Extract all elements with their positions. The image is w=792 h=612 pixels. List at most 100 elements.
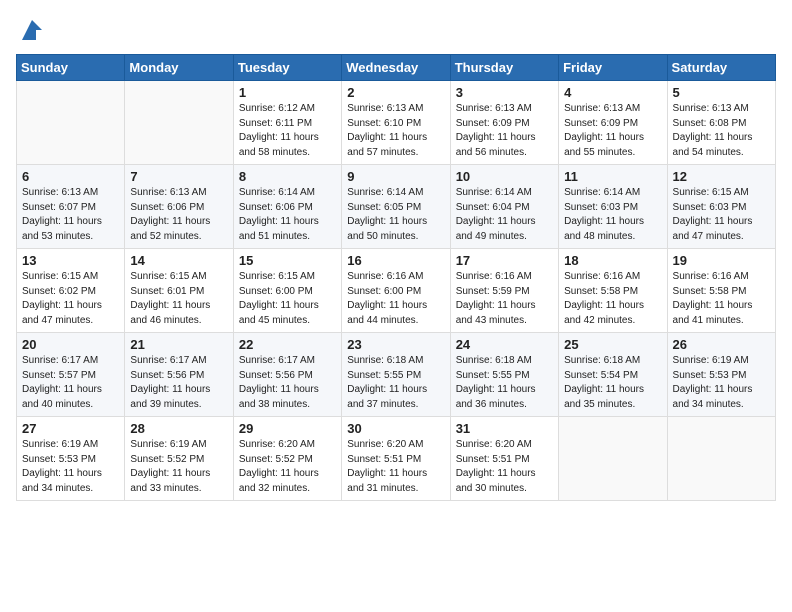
calendar-cell: 20 Sunrise: 6:17 AM Sunset: 5:57 PM Dayli… [17,333,125,417]
day-number: 3 [456,85,553,100]
day-info: Sunrise: 6:12 AM Sunset: 6:11 PM Dayligh… [239,102,336,160]
calendar-cell: 31 Sunrise: 6:20 AM Sunset: 5:51 PM Dayli… [450,417,558,501]
calendar-cell: 27 Sunrise: 6:19 AM Sunset: 5:53 PM Dayli… [17,417,125,501]
day-info: Sunrise: 6:19 AM Sunset: 5:52 PM Dayligh… [130,438,227,496]
calendar-cell: 29 Sunrise: 6:20 AM Sunset: 5:52 PM Dayli… [233,417,341,501]
day-number: 5 [673,85,770,100]
day-number: 2 [347,85,444,100]
calendar-week-row: 20 Sunrise: 6:17 AM Sunset: 5:57 PM Dayli… [17,333,776,417]
day-number: 25 [564,337,661,352]
day-header-tuesday: Tuesday [233,55,341,81]
calendar-cell: 4Sunrise: 6:13 AM Sunset: 6:09 PM Daylig… [559,81,667,165]
day-info: Sunrise: 6:19 AM Sunset: 5:53 PM Dayligh… [673,354,770,412]
calendar-cell: 26 Sunrise: 6:19 AM Sunset: 5:53 PM Dayli… [667,333,775,417]
day-number: 22 [239,337,336,352]
day-info: Sunrise: 6:14 AM Sunset: 6:06 PM Dayligh… [239,186,336,244]
calendar-cell: 17 Sunrise: 6:16 AM Sunset: 5:59 PM Dayli… [450,249,558,333]
day-number: 26 [673,337,770,352]
calendar-cell: 28 Sunrise: 6:19 AM Sunset: 5:52 PM Dayli… [125,417,233,501]
day-number: 19 [673,253,770,268]
calendar-cell: 30Sunrise: 6:20 AM Sunset: 5:51 PM Dayli… [342,417,450,501]
calendar-cell [667,417,775,501]
day-number: 27 [22,421,119,436]
calendar-cell: 14 Sunrise: 6:15 AM Sunset: 6:01 PM Dayli… [125,249,233,333]
day-info: Sunrise: 6:15 AM Sunset: 6:01 PM Dayligh… [130,270,227,328]
day-number: 12 [673,169,770,184]
calendar-cell: 11Sunrise: 6:14 AM Sunset: 6:03 PM Dayli… [559,165,667,249]
day-info: Sunrise: 6:14 AM Sunset: 6:04 PM Dayligh… [456,186,553,244]
day-number: 24 [456,337,553,352]
logo [16,16,46,44]
day-info: Sunrise: 6:17 AM Sunset: 5:56 PM Dayligh… [130,354,227,412]
day-info: Sunrise: 6:16 AM Sunset: 6:00 PM Dayligh… [347,270,444,328]
day-number: 11 [564,169,661,184]
day-info: Sunrise: 6:17 AM Sunset: 5:57 PM Dayligh… [22,354,119,412]
day-info: Sunrise: 6:15 AM Sunset: 6:03 PM Dayligh… [673,186,770,244]
day-header-wednesday: Wednesday [342,55,450,81]
calendar-cell [125,81,233,165]
day-number: 6 [22,169,119,184]
calendar-week-row: 13 Sunrise: 6:15 AM Sunset: 6:02 PM Dayli… [17,249,776,333]
day-info: Sunrise: 6:15 AM Sunset: 6:00 PM Dayligh… [239,270,336,328]
calendar-cell: 12 Sunrise: 6:15 AM Sunset: 6:03 PM Dayli… [667,165,775,249]
day-number: 31 [456,421,553,436]
day-header-friday: Friday [559,55,667,81]
day-info: Sunrise: 6:13 AM Sunset: 6:09 PM Dayligh… [456,102,553,160]
calendar-cell: 5 Sunrise: 6:13 AM Sunset: 6:08 PM Daylig… [667,81,775,165]
day-info: Sunrise: 6:14 AM Sunset: 6:05 PM Dayligh… [347,186,444,244]
calendar-week-row: 6 Sunrise: 6:13 AM Sunset: 6:07 PM Daylig… [17,165,776,249]
calendar-cell: 3 Sunrise: 6:13 AM Sunset: 6:09 PM Daylig… [450,81,558,165]
day-info: Sunrise: 6:18 AM Sunset: 5:55 PM Dayligh… [347,354,444,412]
day-header-saturday: Saturday [667,55,775,81]
day-number: 17 [456,253,553,268]
day-number: 13 [22,253,119,268]
calendar-cell [559,417,667,501]
day-number: 8 [239,169,336,184]
calendar-cell: 10Sunrise: 6:14 AM Sunset: 6:04 PM Dayli… [450,165,558,249]
day-number: 1 [239,85,336,100]
calendar-cell: 6 Sunrise: 6:13 AM Sunset: 6:07 PM Daylig… [17,165,125,249]
day-number: 18 [564,253,661,268]
calendar-cell: 2 Sunrise: 6:13 AM Sunset: 6:10 PM Daylig… [342,81,450,165]
day-number: 28 [130,421,227,436]
calendar-week-row: 27 Sunrise: 6:19 AM Sunset: 5:53 PM Dayli… [17,417,776,501]
calendar-cell: 25 Sunrise: 6:18 AM Sunset: 5:54 PM Dayli… [559,333,667,417]
calendar-cell: 19 Sunrise: 6:16 AM Sunset: 5:58 PM Dayli… [667,249,775,333]
calendar-week-row: 1 Sunrise: 6:12 AM Sunset: 6:11 PM Daylig… [17,81,776,165]
day-info: Sunrise: 6:20 AM Sunset: 5:51 PM Dayligh… [456,438,553,496]
day-info: Sunrise: 6:18 AM Sunset: 5:55 PM Dayligh… [456,354,553,412]
calendar-cell: 9Sunrise: 6:14 AM Sunset: 6:05 PM Daylig… [342,165,450,249]
day-info: Sunrise: 6:13 AM Sunset: 6:08 PM Dayligh… [673,102,770,160]
calendar-cell: 23 Sunrise: 6:18 AM Sunset: 5:55 PM Dayli… [342,333,450,417]
day-header-sunday: Sunday [17,55,125,81]
day-number: 16 [347,253,444,268]
day-number: 14 [130,253,227,268]
calendar-cell: 15Sunrise: 6:15 AM Sunset: 6:00 PM Dayli… [233,249,341,333]
calendar-cell: 24 Sunrise: 6:18 AM Sunset: 5:55 PM Dayli… [450,333,558,417]
day-info: Sunrise: 6:13 AM Sunset: 6:09 PM Dayligh… [564,102,661,160]
calendar-cell: 1 Sunrise: 6:12 AM Sunset: 6:11 PM Daylig… [233,81,341,165]
calendar-cell: 16 Sunrise: 6:16 AM Sunset: 6:00 PM Dayli… [342,249,450,333]
calendar-cell: 7 Sunrise: 6:13 AM Sunset: 6:06 PM Daylig… [125,165,233,249]
day-info: Sunrise: 6:16 AM Sunset: 5:59 PM Dayligh… [456,270,553,328]
day-info: Sunrise: 6:20 AM Sunset: 5:51 PM Dayligh… [347,438,444,496]
day-info: Sunrise: 6:19 AM Sunset: 5:53 PM Dayligh… [22,438,119,496]
day-info: Sunrise: 6:18 AM Sunset: 5:54 PM Dayligh… [564,354,661,412]
day-info: Sunrise: 6:13 AM Sunset: 6:07 PM Dayligh… [22,186,119,244]
day-info: Sunrise: 6:20 AM Sunset: 5:52 PM Dayligh… [239,438,336,496]
calendar-cell: 18Sunrise: 6:16 AM Sunset: 5:58 PM Dayli… [559,249,667,333]
day-info: Sunrise: 6:13 AM Sunset: 6:06 PM Dayligh… [130,186,227,244]
day-header-monday: Monday [125,55,233,81]
calendar-cell: 8 Sunrise: 6:14 AM Sunset: 6:06 PM Daylig… [233,165,341,249]
day-number: 20 [22,337,119,352]
page-header [16,16,776,44]
calendar-cell: 21 Sunrise: 6:17 AM Sunset: 5:56 PM Dayli… [125,333,233,417]
day-number: 29 [239,421,336,436]
day-number: 21 [130,337,227,352]
day-info: Sunrise: 6:16 AM Sunset: 5:58 PM Dayligh… [673,270,770,328]
day-info: Sunrise: 6:15 AM Sunset: 6:02 PM Dayligh… [22,270,119,328]
day-info: Sunrise: 6:13 AM Sunset: 6:10 PM Dayligh… [347,102,444,160]
calendar-table: SundayMondayTuesdayWednesdayThursdayFrid… [16,54,776,501]
day-number: 7 [130,169,227,184]
day-number: 23 [347,337,444,352]
